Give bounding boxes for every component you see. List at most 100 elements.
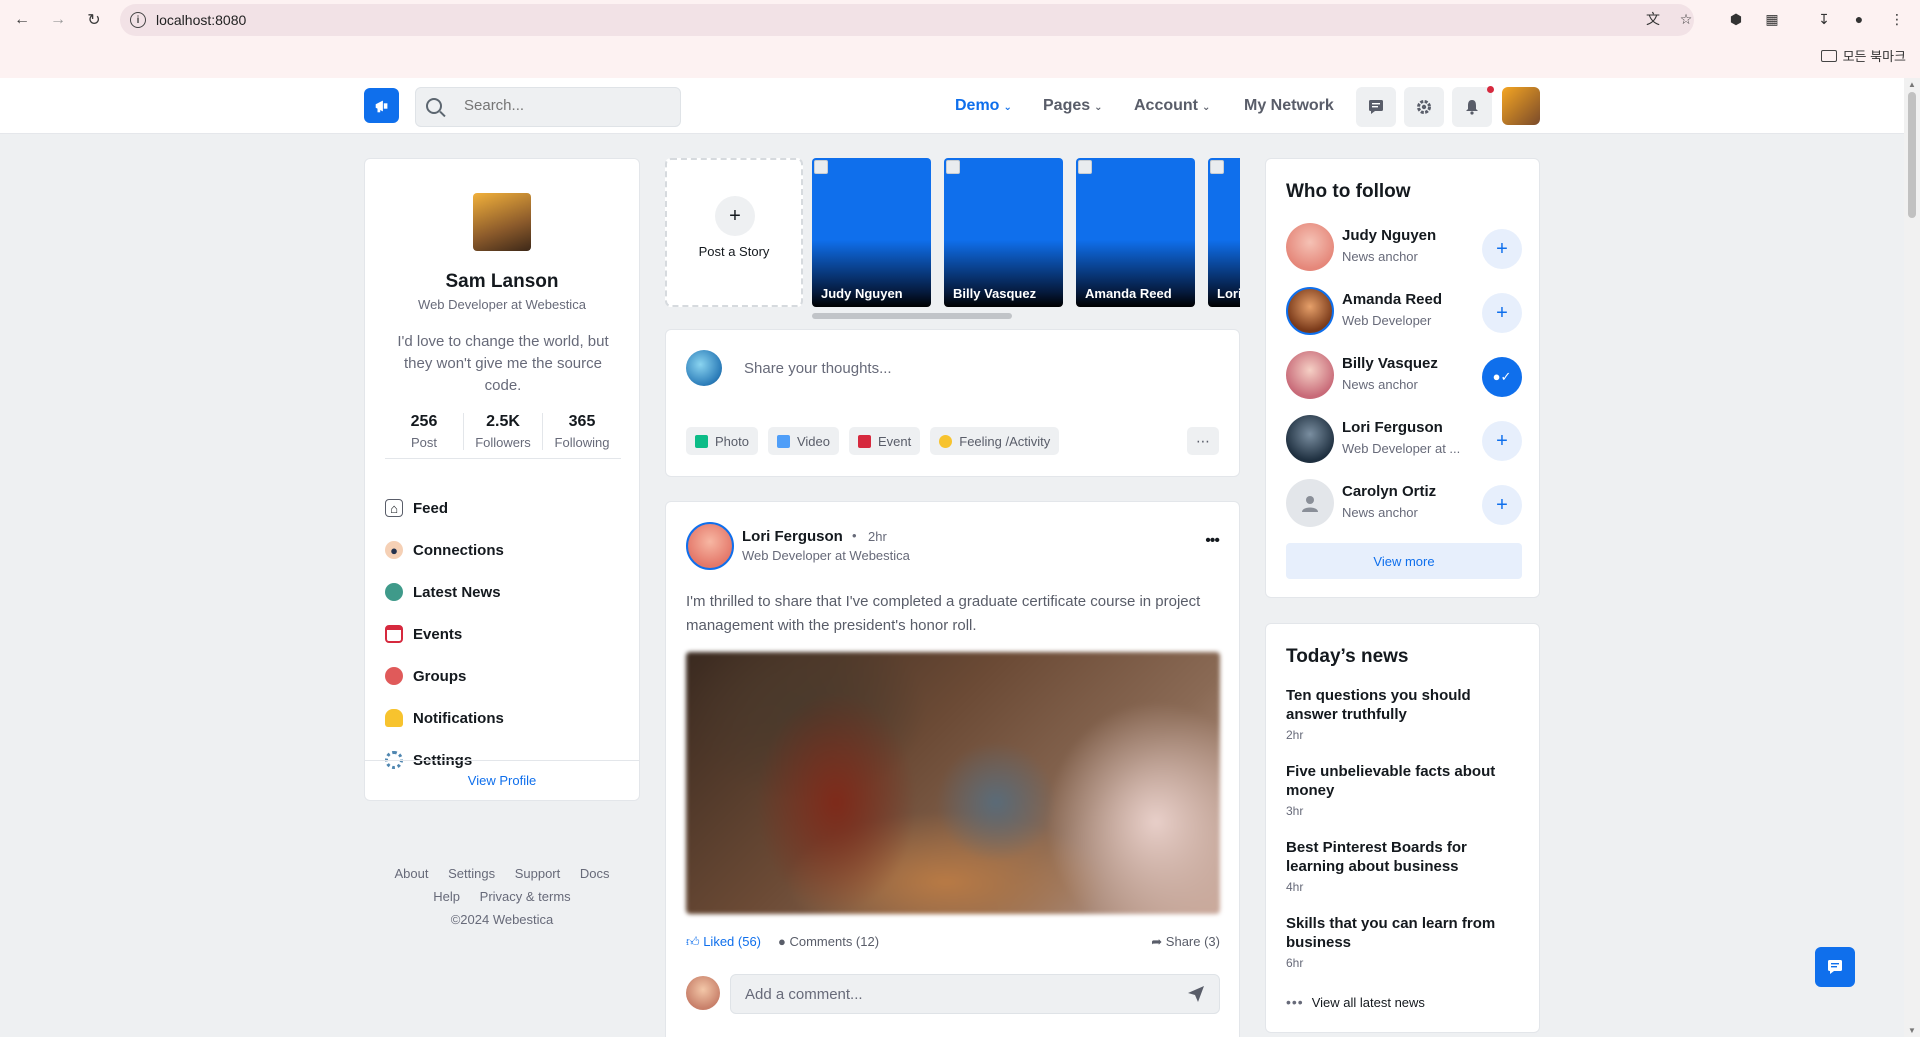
news-item[interactable]: Skills that you can learn from business 6… bbox=[1286, 914, 1522, 970]
search-box[interactable] bbox=[415, 87, 681, 127]
post-author-avatar[interactable] bbox=[686, 522, 734, 570]
story-card[interactable]: Lori Ferguson bbox=[1208, 158, 1240, 307]
nav-connections[interactable]: ● Connections bbox=[385, 529, 504, 571]
messages-button[interactable] bbox=[1356, 87, 1396, 127]
post-more-icon[interactable]: ••• bbox=[1205, 532, 1220, 550]
follow-button[interactable]: + bbox=[1482, 293, 1522, 333]
share-thoughts-input[interactable]: Share your thoughts... bbox=[744, 360, 892, 377]
feeling-activity-button[interactable]: Feeling /Activity bbox=[930, 427, 1060, 455]
menu-demo[interactable]: Demo ⌄ bbox=[955, 97, 1012, 115]
like-button[interactable]: 👍︎ Liked (56) bbox=[686, 934, 761, 950]
back-icon[interactable]: ← bbox=[10, 8, 34, 32]
avatar[interactable] bbox=[1286, 415, 1334, 463]
reload-icon[interactable]: ↻ bbox=[82, 8, 106, 32]
stories-scrollbar[interactable] bbox=[812, 313, 1012, 319]
nav-feed[interactable]: ⌂ Feed bbox=[385, 487, 504, 529]
person-name[interactable]: Amanda Reed bbox=[1342, 291, 1442, 308]
send-icon[interactable] bbox=[1187, 985, 1205, 1003]
story-name: Judy Nguyen bbox=[821, 286, 903, 301]
menu-my-network[interactable]: My Network bbox=[1244, 97, 1334, 115]
avatar[interactable] bbox=[1286, 223, 1334, 271]
post-story-button[interactable]: + Post a Story bbox=[665, 158, 803, 307]
profile-icon[interactable]: ● bbox=[1850, 10, 1868, 28]
view-profile-link[interactable]: View Profile bbox=[365, 760, 639, 800]
person-name[interactable]: Billy Vasquez bbox=[1342, 355, 1438, 372]
user-check-icon: ●✓ bbox=[1492, 369, 1512, 384]
news-headline[interactable]: Five unbelievable facts about money bbox=[1286, 762, 1522, 800]
view-all-news-link[interactable]: ••• View all latest news bbox=[1286, 994, 1425, 1010]
share-button[interactable]: ➦ Share (3) bbox=[1151, 934, 1220, 950]
story-card[interactable]: Billy Vasquez bbox=[944, 158, 1063, 307]
menu-pages[interactable]: Pages ⌄ bbox=[1043, 97, 1103, 115]
bookmark-star-icon[interactable]: ☆ bbox=[1677, 10, 1695, 28]
footer-docs[interactable]: Docs bbox=[580, 866, 610, 881]
follow-button[interactable]: + bbox=[1482, 421, 1522, 461]
translate-icon[interactable]: 文 bbox=[1644, 10, 1662, 28]
more-menu-icon[interactable]: ⋮ bbox=[1888, 10, 1906, 28]
todays-news-card: Today’s news Ten questions you should an… bbox=[1265, 623, 1540, 1033]
person-name[interactable]: Carolyn Ortiz bbox=[1342, 483, 1436, 500]
post-author-name[interactable]: Lori Ferguson bbox=[742, 528, 843, 545]
chat-fab-button[interactable] bbox=[1815, 947, 1855, 987]
nav-latest-news[interactable]: Latest News bbox=[385, 571, 504, 613]
news-item[interactable]: Ten questions you should answer truthful… bbox=[1286, 686, 1522, 742]
all-bookmarks[interactable]: 모든 북마크 bbox=[1820, 46, 1906, 65]
nav-notifications[interactable]: Notifications bbox=[385, 697, 504, 739]
video-button[interactable]: Video bbox=[767, 427, 839, 455]
profile-name[interactable]: Sam Lanson bbox=[365, 271, 639, 293]
profile-role: Web Developer at Webestica bbox=[418, 297, 586, 312]
menu-account[interactable]: Account ⌄ bbox=[1134, 97, 1210, 115]
footer-privacy[interactable]: Privacy & terms bbox=[480, 889, 571, 904]
story-card[interactable]: Judy Nguyen bbox=[812, 158, 931, 307]
profile-avatar[interactable] bbox=[473, 193, 531, 251]
footer-settings[interactable]: Settings bbox=[448, 866, 495, 881]
news-headline[interactable]: Skills that you can learn from business bbox=[1286, 914, 1522, 952]
stat-posts: 256 Post bbox=[385, 413, 463, 450]
scrollbar-thumb[interactable] bbox=[1908, 92, 1916, 218]
page-scrollbar[interactable]: ▲ ▼ bbox=[1904, 78, 1920, 1037]
stat-label: Post bbox=[410, 435, 437, 450]
news-item[interactable]: Best Pinterest Boards for learning about… bbox=[1286, 838, 1522, 894]
avatar[interactable] bbox=[1286, 287, 1334, 335]
download-icon[interactable]: ↧ bbox=[1815, 10, 1833, 28]
notifications-button[interactable] bbox=[1452, 87, 1492, 127]
nav-events[interactable]: Events bbox=[385, 613, 504, 655]
more-options-button[interactable]: ⋯ bbox=[1187, 427, 1219, 455]
extensions-puzzle-icon[interactable]: ▦ bbox=[1763, 10, 1781, 28]
logo-icon[interactable] bbox=[364, 88, 399, 123]
user-avatar[interactable] bbox=[1502, 87, 1540, 125]
follow-suggestion: Amanda Reed Web Developer + bbox=[1286, 285, 1522, 335]
forward-icon[interactable]: → bbox=[46, 8, 70, 32]
news-item[interactable]: Five unbelievable facts about money 3hr bbox=[1286, 762, 1522, 818]
comment-input[interactable]: Add a comment... bbox=[730, 974, 1220, 1014]
post-image[interactable] bbox=[686, 652, 1220, 914]
nav-groups[interactable]: Groups bbox=[385, 655, 504, 697]
extension-shield-icon[interactable]: ⬢ bbox=[1727, 10, 1745, 28]
profile-card: Sam Lanson Web Developer at Webestica I'… bbox=[364, 158, 640, 801]
footer-help[interactable]: Help bbox=[433, 889, 460, 904]
chip-label: Event bbox=[878, 433, 912, 449]
address-bar[interactable]: i localhost:8080 bbox=[120, 4, 1694, 36]
follow-button[interactable]: + bbox=[1482, 485, 1522, 525]
avatar[interactable] bbox=[1286, 351, 1334, 399]
footer-about[interactable]: About bbox=[394, 866, 428, 881]
person-name[interactable]: Lori Ferguson bbox=[1342, 419, 1443, 436]
search-input[interactable] bbox=[464, 97, 664, 114]
follow-button[interactable]: + bbox=[1482, 229, 1522, 269]
comments-button[interactable]: ● Comments (12) bbox=[778, 934, 879, 949]
footer-support[interactable]: Support bbox=[515, 866, 561, 881]
site-info-icon[interactable]: i bbox=[130, 12, 146, 28]
scroll-down-icon[interactable]: ▼ bbox=[1908, 1026, 1916, 1035]
view-more-button[interactable]: View more bbox=[1286, 543, 1522, 579]
chevron-down-icon: ⌄ bbox=[1094, 102, 1103, 113]
event-button[interactable]: Event bbox=[849, 427, 921, 455]
news-headline[interactable]: Ten questions you should answer truthful… bbox=[1286, 686, 1522, 724]
avatar[interactable] bbox=[1286, 479, 1334, 527]
settings-button[interactable] bbox=[1404, 87, 1444, 127]
photo-button[interactable]: Photo bbox=[686, 427, 758, 455]
story-card[interactable]: Amanda Reed bbox=[1076, 158, 1195, 307]
scroll-up-icon[interactable]: ▲ bbox=[1908, 80, 1916, 89]
person-name[interactable]: Judy Nguyen bbox=[1342, 227, 1436, 244]
news-headline[interactable]: Best Pinterest Boards for learning about… bbox=[1286, 838, 1522, 876]
following-button[interactable]: ●✓ bbox=[1482, 357, 1522, 397]
